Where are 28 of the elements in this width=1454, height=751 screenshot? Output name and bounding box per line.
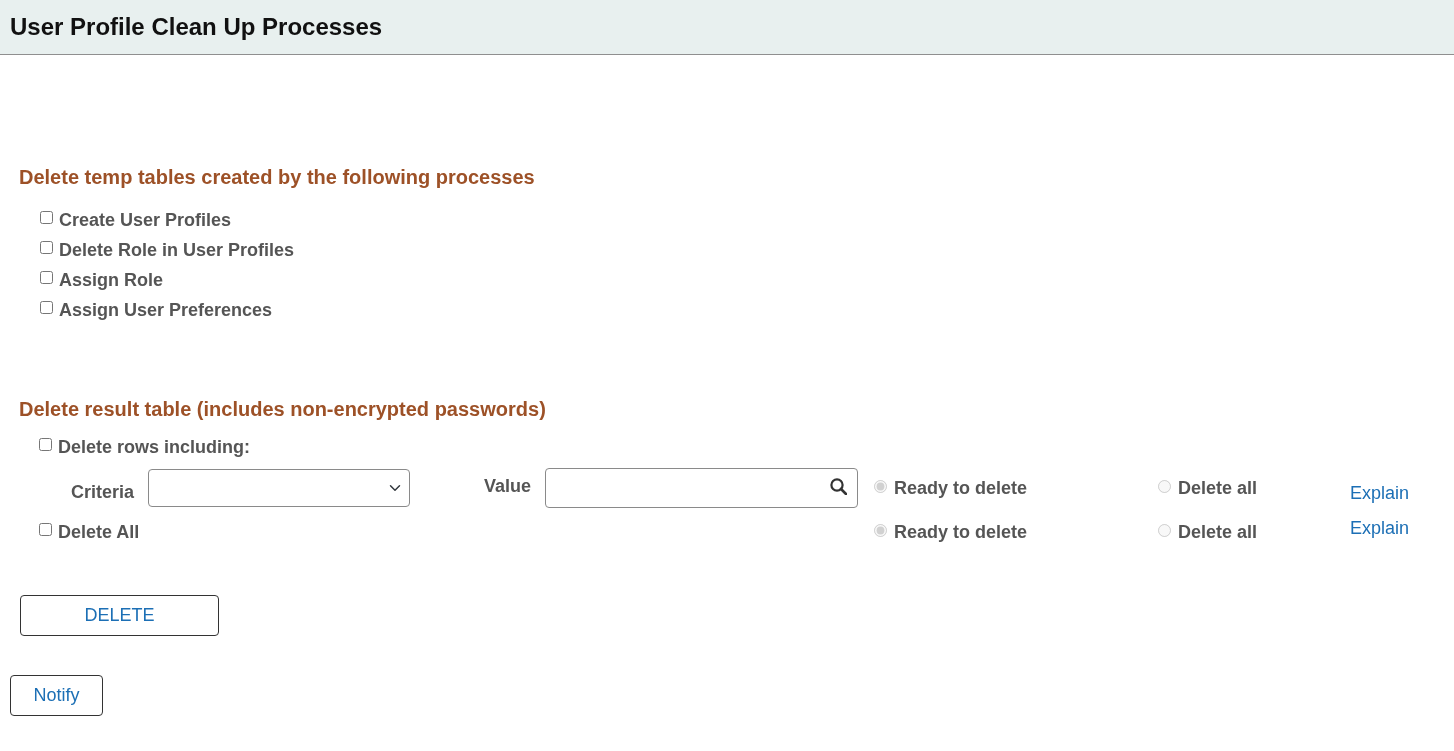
- checkbox[interactable]: [39, 523, 52, 536]
- value-label: Value: [484, 475, 532, 497]
- checkbox[interactable]: [40, 241, 53, 254]
- checkbox-label: Assign Role: [59, 269, 164, 291]
- checkbox[interactable]: [39, 438, 52, 451]
- radio-label: Delete all: [1178, 477, 1258, 499]
- checkbox-label: Assign User Preferences: [59, 299, 273, 321]
- checkbox-label: Delete rows including:: [58, 436, 251, 458]
- checkbox[interactable]: [40, 271, 53, 284]
- delete-button[interactable]: DELETE: [20, 595, 219, 636]
- criteria-label: Criteria: [71, 481, 135, 503]
- checkbox[interactable]: [40, 301, 53, 314]
- section-heading: Delete temp tables created by the following processes: [19, 165, 535, 189]
- notify-button[interactable]: Notify: [10, 675, 103, 716]
- checkbox-label: Delete Role in User Profiles: [59, 239, 295, 261]
- checkbox[interactable]: [40, 211, 53, 224]
- radio-label: Delete all: [1178, 521, 1258, 543]
- radio-label: Ready to delete: [894, 477, 1028, 499]
- page-title: User Profile Clean Up Processes: [10, 13, 383, 41]
- radio-label: Ready to delete: [894, 521, 1028, 543]
- section-heading: Delete result table (includes non-encrypted passwords): [19, 397, 546, 421]
- value-field[interactable]: [545, 468, 859, 508]
- checkbox-label: Delete All: [58, 521, 140, 543]
- search-icon[interactable]: [830, 477, 848, 495]
- explain-link[interactable]: Explain: [1350, 514, 1410, 542]
- criteria-dropdown[interactable]: [148, 469, 411, 507]
- explain-link[interactable]: Explain: [1350, 479, 1410, 507]
- checkbox-label: Create User Profiles: [59, 209, 232, 231]
